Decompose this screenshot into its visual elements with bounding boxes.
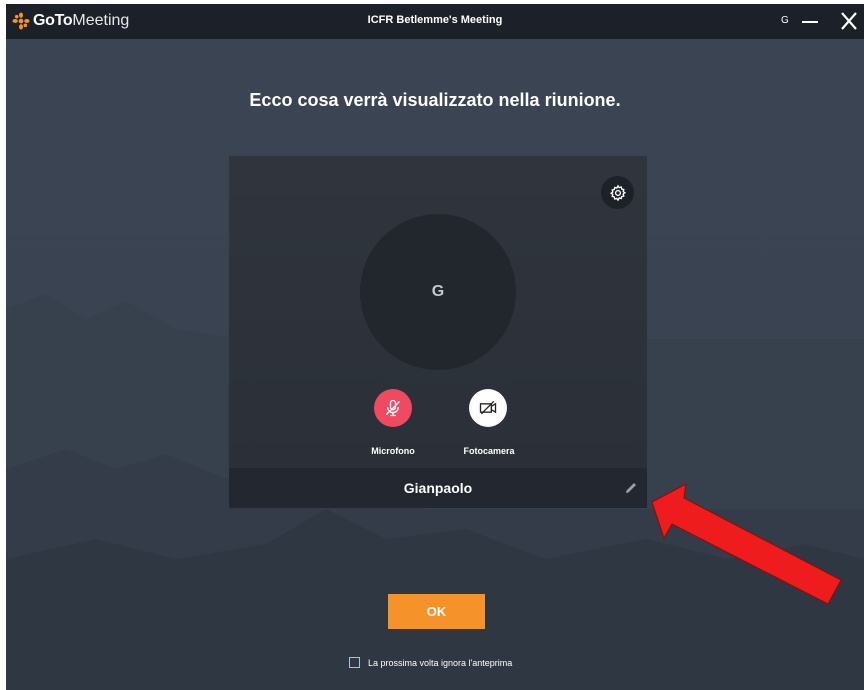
user-avatar-initial[interactable]: G [781, 15, 789, 26]
microphone-label: Microfono [371, 446, 415, 456]
close-icon [841, 12, 857, 30]
camera-label: Fotocamera [463, 446, 515, 456]
settings-button[interactable] [601, 176, 634, 209]
display-name-bar: Gianpaolo [229, 468, 647, 508]
avatar: G [360, 214, 516, 370]
video-preview-panel: G Microfono Fotocamera Gianpaolo [229, 156, 647, 508]
skip-preview-label: La prossima volta ignora l'anteprima [368, 657, 513, 668]
microphone-toggle-button[interactable] [374, 389, 412, 427]
ok-button[interactable]: OK [388, 594, 485, 629]
pencil-icon [626, 483, 636, 493]
gotomeeting-window: GoTo Meeting ICFR Betlemme's Meeting G E… [6, 4, 864, 690]
skip-preview-checkbox[interactable] [349, 657, 360, 668]
title-bar: GoTo Meeting ICFR Betlemme's Meeting G [6, 4, 864, 39]
skip-preview-option[interactable]: La prossima volta ignora l'anteprima [349, 657, 512, 668]
minimize-button[interactable] [796, 10, 824, 34]
close-button[interactable] [836, 8, 862, 34]
camera-toggle-button[interactable] [469, 389, 507, 427]
preview-headline: Ecco cosa verrà visualizzato nella riuni… [249, 90, 621, 110]
gear-icon [609, 184, 626, 201]
microphone-off-icon [385, 399, 401, 417]
window-title: ICFR Betlemme's Meeting [367, 14, 503, 26]
red-arrow-icon [651, 484, 842, 605]
edit-name-button[interactable] [623, 480, 639, 496]
video-preview-area: G Microfono Fotocamera [229, 156, 647, 468]
camera-off-icon [479, 400, 497, 415]
display-name: Gianpaolo [403, 480, 473, 496]
